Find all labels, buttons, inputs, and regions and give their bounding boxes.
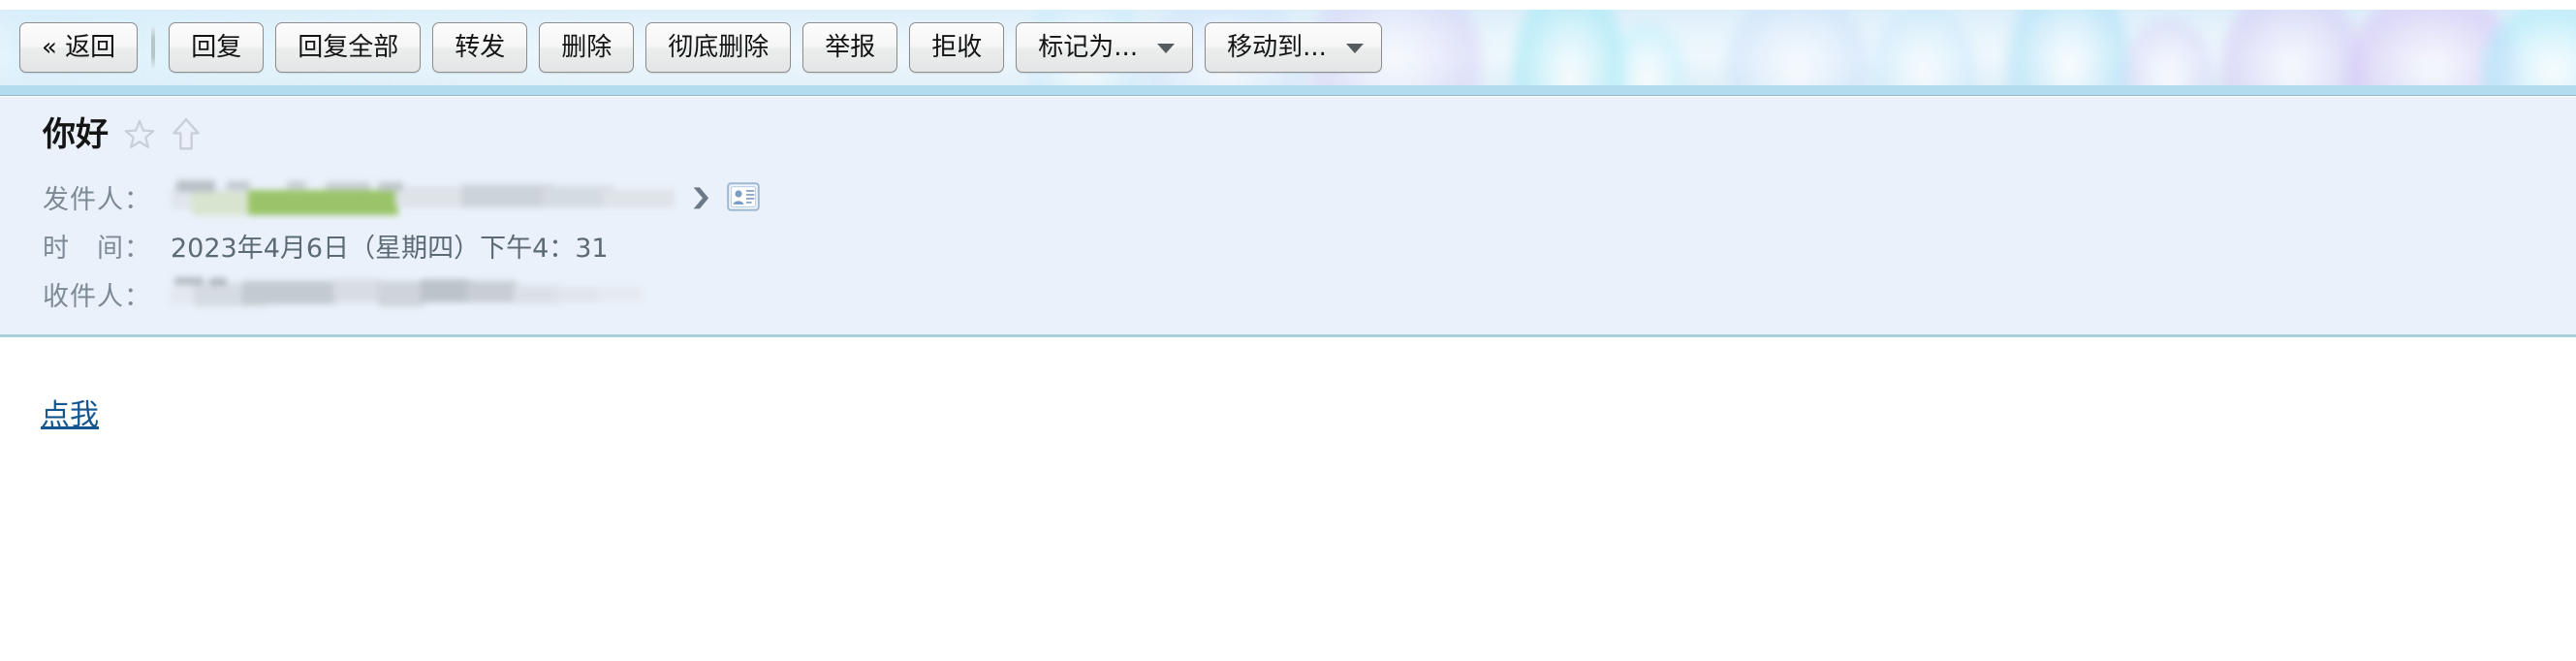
redacted-recipient	[171, 277, 675, 310]
mark-as-dropdown-label: 标记为...	[1038, 33, 1139, 62]
mail-reader-window: « 返回 回复 回复全部 转发 删除 彻底删除 举报 拒收 标记为... 移动到…	[0, 0, 2576, 661]
delete-button-label: 删除	[561, 33, 613, 62]
to-row: 收件人：	[43, 269, 760, 318]
toolbar-button-group: « 返回 回复 回复全部 转发 删除 彻底删除 举报 拒收 标记为... 移动到…	[19, 22, 1394, 73]
delete-button[interactable]: 删除	[539, 22, 635, 73]
contact-card-icon[interactable]	[727, 182, 761, 211]
chevron-down-icon	[1157, 44, 1176, 53]
reply-button[interactable]: 回复	[169, 22, 265, 73]
redacted-sender	[171, 180, 675, 215]
date-value: 2023年4月6日（星期四）下午4：31	[171, 233, 609, 264]
mail-body: 点我	[0, 340, 2576, 661]
back-button-label: « 返回	[42, 33, 116, 62]
chevron-down-icon	[1345, 44, 1364, 53]
move-to-dropdown[interactable]: 移动到...	[1205, 22, 1382, 73]
reject-button[interactable]: 拒收	[909, 22, 1005, 73]
chevron-right-icon[interactable]: ❯	[689, 186, 712, 207]
to-label: 收件人：	[43, 281, 151, 312]
forward-button[interactable]: 转发	[432, 22, 528, 73]
reject-button-label: 拒收	[931, 33, 983, 62]
from-row: 发件人： ❯	[43, 173, 761, 221]
reply-button-label: 回复	[191, 33, 242, 62]
date-label: 时 间：	[43, 233, 151, 264]
toolbar-separator	[151, 25, 156, 70]
from-label: 发件人：	[43, 184, 151, 215]
page-title: 你好	[43, 115, 109, 154]
from-value	[171, 180, 675, 215]
report-button[interactable]: 举报	[802, 22, 898, 73]
toolbar-underline	[0, 85, 2576, 96]
mail-toolbar: « 返回 回复 回复全部 转发 删除 彻底删除 举报 拒收 标记为... 移动到…	[0, 10, 2576, 85]
to-value	[171, 277, 675, 310]
delete-permanently-button-label: 彻底删除	[668, 33, 770, 62]
forward-button-label: 转发	[455, 33, 506, 62]
move-to-dropdown-label: 移动到...	[1227, 33, 1327, 62]
mark-as-dropdown[interactable]: 标记为...	[1016, 22, 1194, 73]
mail-header-panel: 你好 发件人： ❯ 时 间： 2023年4月6日（星期四）下午4：31 收件人：	[0, 97, 2576, 337]
up-arrow-icon[interactable]	[171, 116, 202, 153]
reply-all-button[interactable]: 回复全部	[275, 22, 422, 73]
date-row: 时 间： 2023年4月6日（星期四）下午4：31	[43, 221, 760, 269]
reply-all-button-label: 回复全部	[298, 33, 399, 62]
star-icon[interactable]	[122, 117, 157, 152]
window-top-strip	[0, 0, 2576, 10]
report-button-label: 举报	[825, 33, 876, 62]
body-link[interactable]: 点我	[41, 391, 99, 433]
mail-meta-fields: 发件人： ❯ 时 间： 2023年4月6日（星期四）下午4：31 收件人：	[43, 173, 761, 318]
delete-permanently-button[interactable]: 彻底删除	[645, 22, 792, 73]
subject-row: 你好	[43, 116, 202, 153]
back-button[interactable]: « 返回	[19, 22, 139, 73]
